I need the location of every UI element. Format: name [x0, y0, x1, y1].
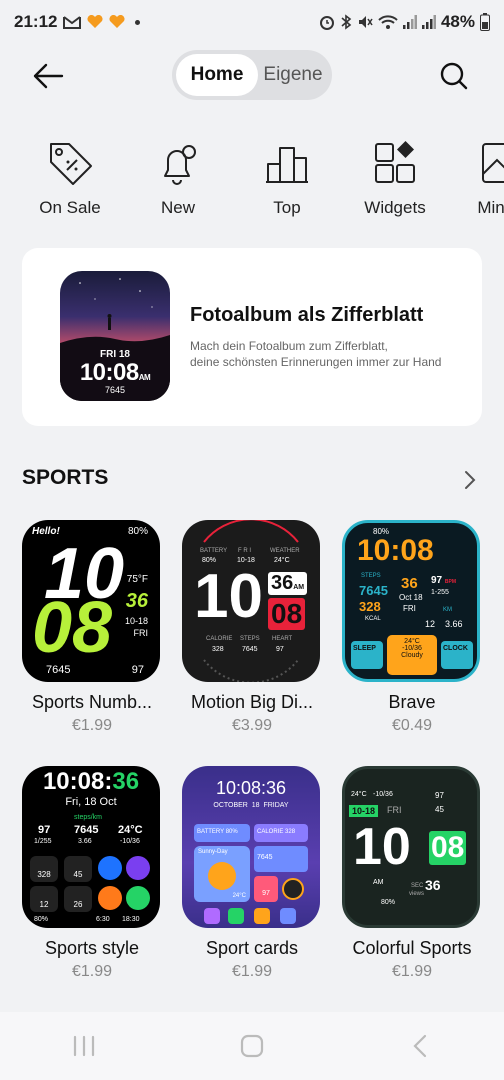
moon-icon — [204, 908, 220, 924]
watchface-preview: Hello! 80% 10 08 75°F 36 10-18 FRI 7645 … — [22, 520, 160, 682]
top-bar: Home Eigene — [0, 46, 504, 104]
watchface-name: Brave — [388, 692, 436, 712]
recent-apps-button[interactable] — [54, 1026, 114, 1066]
heart-app-icon-2 — [109, 15, 125, 29]
watchface-preview: 24°C -10/36 10-18 FRI 97 45 10 08 AM SEC… — [342, 766, 480, 928]
moon-icon — [126, 856, 150, 880]
watchface-card[interactable]: 80% 10:08 STEPS 7645 328 KCAL 36 Oct 18 … — [342, 520, 482, 735]
watchface-card[interactable]: Hello! 80% 10 08 75°F 36 10-18 FRI 7645 … — [22, 520, 162, 735]
system-nav-bar — [0, 1012, 504, 1080]
signal-icon — [402, 15, 417, 29]
status-time: 21:12 — [14, 12, 58, 31]
category-row: On Sale New Top Widgets Minim — [0, 138, 504, 228]
banner-watch-preview: FRI 18 10:08AM 7645 — [60, 271, 170, 401]
bluetooth-icon — [340, 14, 352, 30]
category-label: New — [160, 198, 195, 217]
watchface-preview: 80% 10:08 STEPS 7645 328 KCAL 36 Oct 18 … — [342, 520, 480, 682]
battery-icon — [480, 13, 490, 31]
watchface-card[interactable]: BATTERY 80% F R I 10-18 WEATHER 24°C 10 … — [182, 520, 322, 735]
signal-icon-2 — [421, 15, 436, 29]
watchface-name: Motion Big Di... — [190, 692, 314, 712]
chevron-right-icon — [465, 471, 476, 489]
heart-app-icon — [87, 15, 103, 29]
section-more-button[interactable] — [460, 468, 480, 492]
message-icon — [126, 886, 150, 910]
alarm-icon — [319, 14, 335, 30]
watchface-name: Colorful Sports — [352, 938, 472, 958]
section-title: SPORTS — [22, 466, 109, 489]
mute-icon — [357, 14, 373, 30]
watchface-price: €1.99 — [231, 963, 273, 980]
watchface-name: Sport cards — [205, 938, 299, 958]
notification-dot-icon — [135, 19, 141, 25]
chat-icon — [280, 908, 296, 924]
tab-home[interactable]: Home — [176, 54, 258, 96]
back-arrow-icon — [33, 63, 64, 89]
tab-eigene[interactable]: Eigene — [258, 54, 328, 96]
bar-chart-icon — [262, 138, 312, 188]
recent-apps-icon — [73, 1035, 95, 1057]
battery-text: 48% — [440, 12, 475, 31]
sun-icon — [208, 862, 236, 890]
category-minimal[interactable]: Minim — [450, 138, 504, 218]
category-new[interactable]: New — [128, 138, 228, 218]
watchface-price: €0.49 — [391, 717, 433, 734]
run-icon — [98, 886, 122, 910]
watchface-card[interactable]: 24°C -10/36 10-18 FRI 97 45 10 08 AM SEC… — [342, 766, 482, 981]
category-label: Widgets — [364, 198, 426, 217]
category-on-sale[interactable]: On Sale — [20, 138, 120, 218]
watchface-price: €1.99 — [71, 717, 113, 734]
watchface-preview: 10:08:36 Fri, 18 Oct 97 1/255 steps/km 7… — [22, 766, 160, 928]
watchface-preview: 10:08:36 OCTOBER 18 FRIDAY BATTERY 80% C… — [182, 766, 320, 928]
banner-title: Fotoalbum als Zifferblatt — [190, 304, 424, 326]
category-top[interactable]: Top — [237, 138, 337, 218]
widgets-grid-icon — [370, 138, 420, 188]
watchface-card[interactable]: 10:08:36 OCTOBER 18 FRIDAY BATTERY 80% C… — [182, 766, 322, 981]
home-icon — [240, 1034, 264, 1058]
contacts-icon — [254, 908, 270, 924]
search-icon — [440, 62, 468, 90]
watchface-card[interactable]: 10:08:36 Fri, 18 Oct 97 1/255 steps/km 7… — [22, 766, 162, 981]
home-button[interactable] — [222, 1026, 282, 1066]
chevron-left-icon — [413, 1034, 427, 1058]
gmail-icon — [63, 15, 82, 29]
watch-steps: 7645 — [104, 385, 126, 395]
watch-time: 10:08AM — [79, 359, 151, 386]
tag-percent-icon — [45, 138, 95, 188]
back-button[interactable] — [30, 58, 66, 94]
search-button[interactable] — [436, 58, 472, 94]
category-label: Minim — [477, 198, 504, 217]
phone-icon — [228, 908, 244, 924]
wifi-icon — [378, 14, 398, 30]
watchface-preview: BATTERY 80% F R I 10-18 WEATHER 24°C 10 … — [182, 520, 320, 682]
category-label: Top — [273, 198, 301, 217]
photo-album-banner[interactable]: FRI 18 10:08AM 7645 Fotoalbum als Ziffer… — [22, 248, 482, 426]
timer-icon — [98, 856, 122, 880]
watchface-price: €1.99 — [391, 963, 433, 980]
watchface-price: €3.99 — [231, 717, 273, 734]
watchface-name: Sports style — [44, 938, 140, 958]
watchface-name: Sports Numb... — [31, 692, 153, 712]
bell-new-icon — [153, 138, 203, 188]
category-widgets[interactable]: Widgets — [345, 138, 445, 218]
watchface-price: €1.99 — [71, 963, 113, 980]
red-arc-icon — [203, 520, 299, 682]
nav-back-button[interactable] — [390, 1026, 450, 1066]
banner-subtitle: Mach dein Fotoalbum zum Zifferblatt, dei… — [190, 339, 442, 369]
status-bar: 21:12 48% — [0, 0, 504, 44]
image-icon — [475, 138, 504, 188]
tab-switcher: Home Eigene — [172, 50, 332, 100]
category-label: On Sale — [39, 198, 101, 217]
